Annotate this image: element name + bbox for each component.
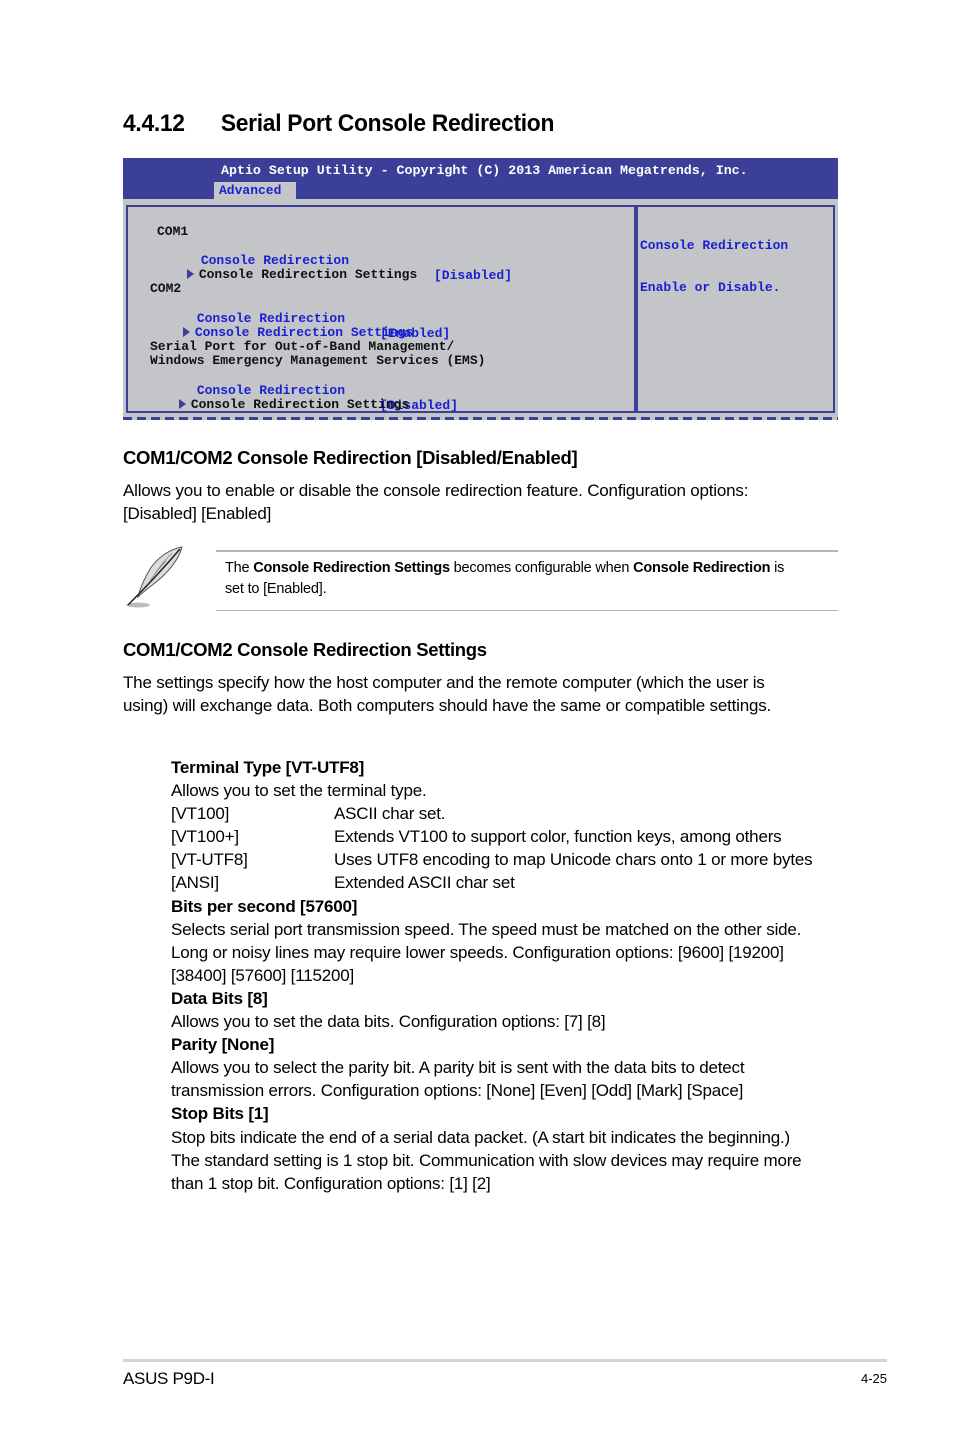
footer-product-name: ASUS P9D-I [123, 1369, 215, 1388]
footer-rule [123, 1359, 887, 1362]
com1-console-redirection-value: [Disabled] [434, 268, 513, 283]
com2-label: COM2 [150, 281, 182, 296]
settings-desc-line1: The settings specify how the host comput… [123, 673, 765, 692]
feather-pen-icon [126, 546, 183, 608]
settings-desc-line2: using) will exchange data. Both computer… [123, 696, 772, 715]
redirection-description: Allows you to enable or disable the cons… [123, 479, 823, 525]
section-title: 4.4.12 Serial Port Console Redirection [123, 110, 554, 138]
bps-line: Selects serial port transmission speed. … [171, 919, 802, 939]
redirection-desc-line1: Allows you to enable or disable the cons… [123, 481, 749, 500]
redirection-desc-line2: [Disabled] [Enabled] [123, 504, 272, 523]
section-number: 4.4.12 [123, 110, 185, 137]
bios-help-pane: Console Redirection Enable or Disable. [636, 205, 835, 413]
redirection-heading: COM1/COM2 Console Redirection [Disabled/… [123, 447, 578, 468]
submenu-arrow-icon [182, 327, 190, 337]
bios-copyright: Aptio Setup Utility - Copyright (C) 2013… [221, 163, 748, 178]
note-text: The Console Redirection Settings becomes… [225, 558, 835, 600]
stop-bits-line: than 1 stop bit. Configuration options: … [171, 1173, 491, 1193]
note-line2: set to [Enabled]. [225, 581, 327, 597]
help-text: Console Redirection Enable or Disable. [640, 211, 788, 323]
terminal-option-row: [VT-UTF8] Uses UTF8 encoding to map Unico… [171, 848, 851, 871]
parity-line: Allows you to select the parity bit. A p… [171, 1058, 745, 1078]
bios-screenshot: Aptio Setup Utility - Copyright (C) 2013… [123, 158, 838, 420]
data-bits-title: Data Bits [8] [171, 988, 268, 1008]
footer-page-number: 4-25 [860, 1371, 887, 1386]
terminal-option-row: [VT100+] Extends VT100 to support color, … [171, 825, 851, 848]
note-line1: The Console Redirection Settings becomes… [225, 560, 785, 576]
help-line2: Enable or Disable. [640, 280, 781, 295]
terminal-option-key: [VT100+] [171, 827, 239, 847]
note-bottom-rule [216, 610, 838, 611]
bios-settings-pane: COM1 Console Redirection [Disabled] Cons… [126, 205, 636, 413]
bps-title: Bits per second [57600] [171, 896, 358, 916]
terminal-type-desc: Allows you to set the terminal type. [171, 781, 427, 801]
terminal-option-desc: Extended ASCII char set [334, 873, 515, 893]
bios-header: Aptio Setup Utility - Copyright (C) 2013… [123, 158, 838, 199]
com1-label: COM1 [157, 224, 189, 239]
stop-bits-title: Stop Bits [1] [171, 1104, 269, 1124]
terminal-option-desc: ASCII char set. [334, 804, 446, 824]
tab-advanced[interactable]: Advanced [214, 182, 296, 199]
terminal-option-desc: Extends VT100 to support color, function… [334, 827, 782, 847]
note-top-rule [216, 550, 838, 552]
bps-line: Long or noisy lines may require lower sp… [171, 942, 784, 962]
terminal-type-options: [VT100] ASCII char set. [VT100+] Extends VT… [171, 802, 851, 894]
ems-settings-submenu[interactable]: Console Redirection Settings [132, 382, 409, 427]
submenu-arrow-icon [186, 269, 194, 279]
ems-label-line2: Windows Emergency Management Services (E… [150, 353, 486, 368]
settings-heading: COM1/COM2 Console Redirection Settings [123, 639, 487, 660]
ems-label-line1: Serial Port for Out-of-Band Management/ [150, 339, 455, 354]
com2-settings-label: Console Redirection Settings [194, 325, 414, 340]
settings-description: The settings specify how the host comput… [123, 671, 823, 717]
stop-bits-line: The standard setting is 1 stop bit. Comm… [171, 1150, 802, 1170]
terminal-option-row: [ANSI] Extended ASCII char set [171, 871, 851, 894]
help-line1: Console Redirection [640, 238, 789, 253]
data-bits-line: Allows you to set the data bits. Configu… [171, 1012, 606, 1032]
submenu-arrow-icon [178, 399, 186, 409]
com1-settings-submenu[interactable]: Console Redirection Settings [140, 252, 417, 297]
stop-bits-line: Stop bits indicate the end of a serial d… [171, 1127, 790, 1147]
terminal-option-desc: Uses UTF8 encoding to map Unicode chars … [334, 850, 813, 870]
terminal-option-key: [VT-UTF8] [171, 850, 248, 870]
terminal-option-key: [ANSI] [171, 873, 219, 893]
section-title-text: Serial Port Console Redirection [220, 110, 555, 137]
parity-line: transmission errors. Configuration optio… [171, 1081, 744, 1101]
terminal-type-title: Terminal Type [VT-UTF8] [171, 758, 365, 777]
bps-line: [38400] [57600] [115200] [171, 965, 354, 985]
bios-dashed-border [123, 417, 838, 420]
terminal-option-row: [VT100] ASCII char set. [171, 802, 851, 825]
parity-title: Parity [None] [171, 1035, 275, 1055]
terminal-option-key: [VT100] [171, 804, 230, 824]
ems-settings-label: Console Redirection Settings [190, 397, 410, 412]
com1-settings-label: Console Redirection Settings [198, 267, 418, 282]
settings-item-list: Terminal Type [VT-UTF8] Allows you to se… [171, 756, 851, 1195]
